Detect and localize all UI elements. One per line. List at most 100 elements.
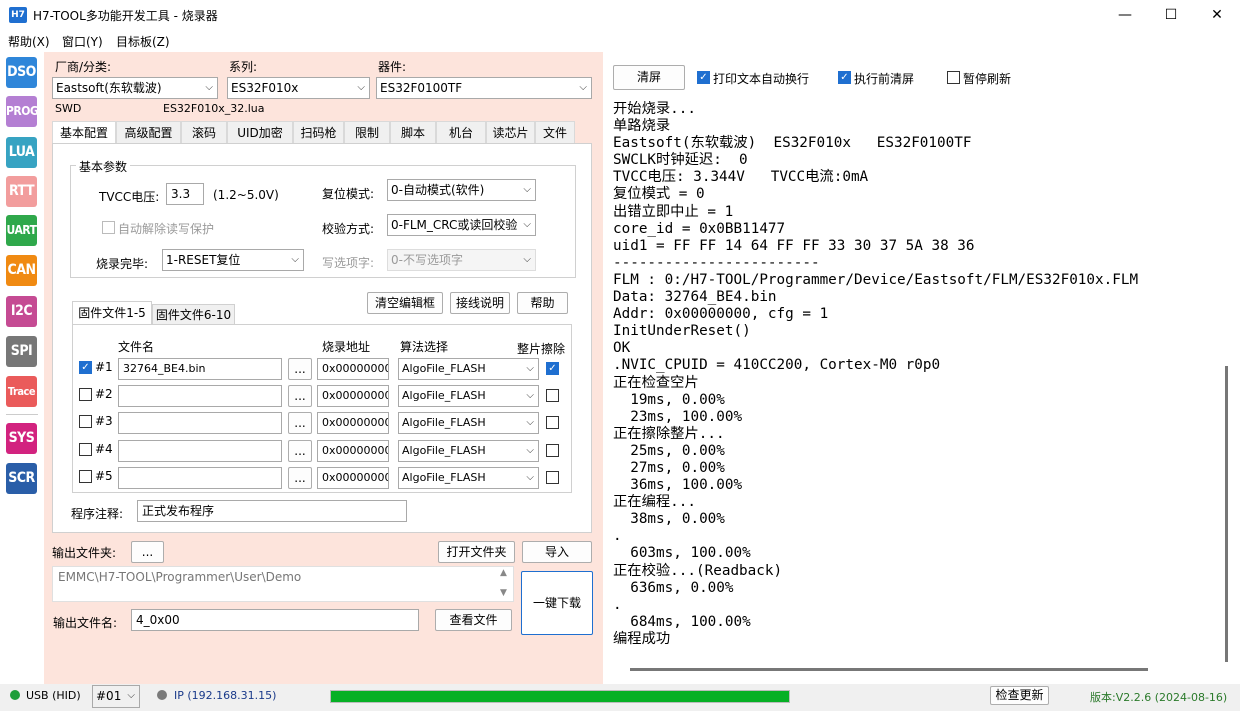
tab-1[interactable]: 高级配置 [116, 121, 181, 144]
file-name-input[interactable] [118, 467, 282, 489]
tvcc-input[interactable]: 3.3 [166, 183, 204, 205]
console-line: 单路烧录 [613, 118, 671, 135]
file-row-id: #1 [95, 360, 113, 374]
vendor-select[interactable]: Eastsoft(东软载波) ⌵ [52, 77, 218, 99]
basic-params-title: 基本参数 [76, 158, 131, 175]
file-browse-button[interactable]: ... [288, 440, 312, 462]
pause-checkbox[interactable] [947, 71, 960, 84]
file-name-input[interactable] [118, 412, 282, 434]
file-row-checkbox[interactable] [79, 470, 92, 483]
scroll-up-icon[interactable]: ▲ [500, 568, 507, 578]
file-name-input[interactable] [118, 440, 282, 462]
option-select[interactable]: 0-不写选项字 ⌵ [387, 249, 536, 271]
chip-erase-checkbox[interactable] [546, 471, 559, 484]
chip-erase-checkbox[interactable] [546, 416, 559, 429]
tab-0[interactable]: 基本配置 [52, 121, 116, 144]
note-input[interactable]: 正式发布程序 [137, 500, 407, 522]
sidebar-can-button[interactable]: CAN [6, 255, 37, 286]
algorithm-select[interactable]: AlgoFile_FLASH ⌵ [398, 358, 539, 380]
tab-7[interactable]: 机台 [436, 121, 486, 144]
file-browse-button[interactable]: ... [288, 385, 312, 407]
check-update-button[interactable]: 检查更新 [990, 686, 1049, 705]
file-browse-button[interactable]: ... [288, 467, 312, 489]
algorithm-select[interactable]: AlgoFile_FLASH ⌵ [398, 440, 539, 462]
open-folder-button[interactable]: 打开文件夹 [438, 541, 515, 563]
verify-select[interactable]: 0-FLM_CRC或读回校验 ⌵ [387, 214, 536, 236]
chip-erase-checkbox[interactable] [546, 444, 559, 457]
sidebar-dso-button[interactable]: DSO [6, 57, 37, 88]
pause-label: 暂停刷新 [963, 72, 1012, 86]
address-input[interactable]: 0x00000000 [317, 467, 389, 489]
sidebar-prog-button[interactable]: PROG [6, 96, 39, 127]
console-vscrollbar[interactable] [1225, 366, 1228, 662]
tab-6[interactable]: 脚本 [390, 121, 436, 144]
menu-target[interactable]: 目标板(Z) [116, 33, 170, 50]
wiring-button[interactable]: 接线说明 [450, 292, 510, 314]
algorithm-select[interactable]: AlgoFile_FLASH ⌵ [398, 467, 539, 489]
tab-4[interactable]: 扫码枪 [293, 121, 344, 144]
view-file-button[interactable]: 查看文件 [435, 609, 512, 631]
chip-erase-checkbox[interactable]: ✓ [546, 362, 559, 375]
output-folder-browse-button[interactable]: ... [131, 541, 164, 563]
sidebar-i2c-button[interactable]: I2C [6, 296, 37, 327]
file-row-checkbox[interactable] [79, 443, 92, 456]
chip-erase-checkbox[interactable] [546, 389, 559, 402]
part-select[interactable]: ES32F0100TF ⌵ [376, 77, 592, 99]
address-input[interactable]: 0x00000000 [317, 412, 389, 434]
file-browse-button[interactable]: ... [288, 358, 312, 380]
chevron-down-icon: ⌵ [579, 82, 587, 93]
clear-edit-button[interactable]: 清空编辑框 [367, 292, 443, 314]
tab-3[interactable]: UID加密 [227, 121, 293, 144]
clear-before-label: 执行前清屏 [854, 72, 915, 86]
reset-select[interactable]: 0-自动模式(软件) ⌵ [387, 179, 536, 201]
col-chip-erase: 整片擦除 [517, 342, 566, 356]
finish-label: 烧录完毕: [96, 257, 149, 271]
output-name-input[interactable]: 4_0x00 [131, 609, 419, 631]
address-input[interactable]: 0x00000000 [317, 358, 389, 380]
tab-firmware-1-5[interactable]: 固件文件1-5 [72, 301, 152, 325]
file-name-input[interactable] [118, 385, 282, 407]
file-row-checkbox[interactable] [79, 415, 92, 428]
tab-2[interactable]: 滚码 [181, 121, 227, 144]
wrap-checkbox[interactable]: ✓ [697, 71, 710, 84]
close-button[interactable]: ✕ [1194, 0, 1240, 31]
sidebar-spi-button[interactable]: SPI [6, 336, 37, 367]
address-input[interactable]: 0x00000000 [317, 385, 389, 407]
tab-5[interactable]: 限制 [344, 121, 390, 144]
sidebar-lua-button[interactable]: LUA [6, 137, 37, 168]
auto-unlock-checkbox[interactable] [102, 221, 115, 234]
import-button[interactable]: 导入 [522, 541, 592, 563]
file-name-input[interactable]: 32764_BE4.bin [118, 358, 282, 380]
menu-help[interactable]: 帮助(X) [8, 33, 50, 50]
device-number-select[interactable]: #01 ⌵ [92, 685, 140, 708]
sidebar-scr-button[interactable]: SCR [6, 463, 37, 494]
sidebar-trace-button[interactable]: Trace [6, 376, 37, 407]
progress-fill [331, 691, 789, 702]
algorithm-select[interactable]: AlgoFile_FLASH ⌵ [398, 385, 539, 407]
address-input[interactable]: 0x00000000 [317, 440, 389, 462]
finish-select[interactable]: 1-RESET复位 ⌵ [162, 249, 304, 271]
tab-8[interactable]: 读芯片 [486, 121, 535, 144]
chevron-down-icon: ⌵ [291, 254, 299, 265]
file-row-checkbox[interactable] [79, 388, 92, 401]
series-select[interactable]: ES32F010x ⌵ [227, 77, 370, 99]
file-row-checkbox[interactable]: ✓ [79, 361, 92, 374]
scroll-down-icon[interactable]: ▼ [500, 588, 507, 598]
sidebar-rtt-button[interactable]: RTT [6, 176, 37, 207]
clear-screen-button[interactable]: 清屏 [613, 65, 685, 90]
sidebar-uart-button[interactable]: UART [6, 215, 37, 246]
algorithm-select[interactable]: AlgoFile_FLASH ⌵ [398, 412, 539, 434]
tab-9[interactable]: 文件 [535, 121, 575, 144]
help-button[interactable]: 帮助 [517, 292, 568, 314]
output-path-box[interactable]: EMMC\H7-TOOL\Programmer\User\Demo [52, 566, 514, 602]
menu-window[interactable]: 窗口(Y) [62, 33, 103, 50]
console-hscrollbar[interactable] [630, 668, 1148, 671]
tab-firmware-6-10[interactable]: 固件文件6-10 [152, 304, 235, 325]
sidebar-sys-button[interactable]: SYS [6, 423, 37, 454]
minimize-button[interactable]: — [1102, 0, 1148, 31]
one-click-download-button[interactable]: 一键下载 [521, 571, 593, 635]
console-line: . [613, 596, 622, 613]
file-browse-button[interactable]: ... [288, 412, 312, 434]
maximize-button[interactable]: ☐ [1148, 0, 1194, 31]
clear-before-checkbox[interactable]: ✓ [838, 71, 851, 84]
